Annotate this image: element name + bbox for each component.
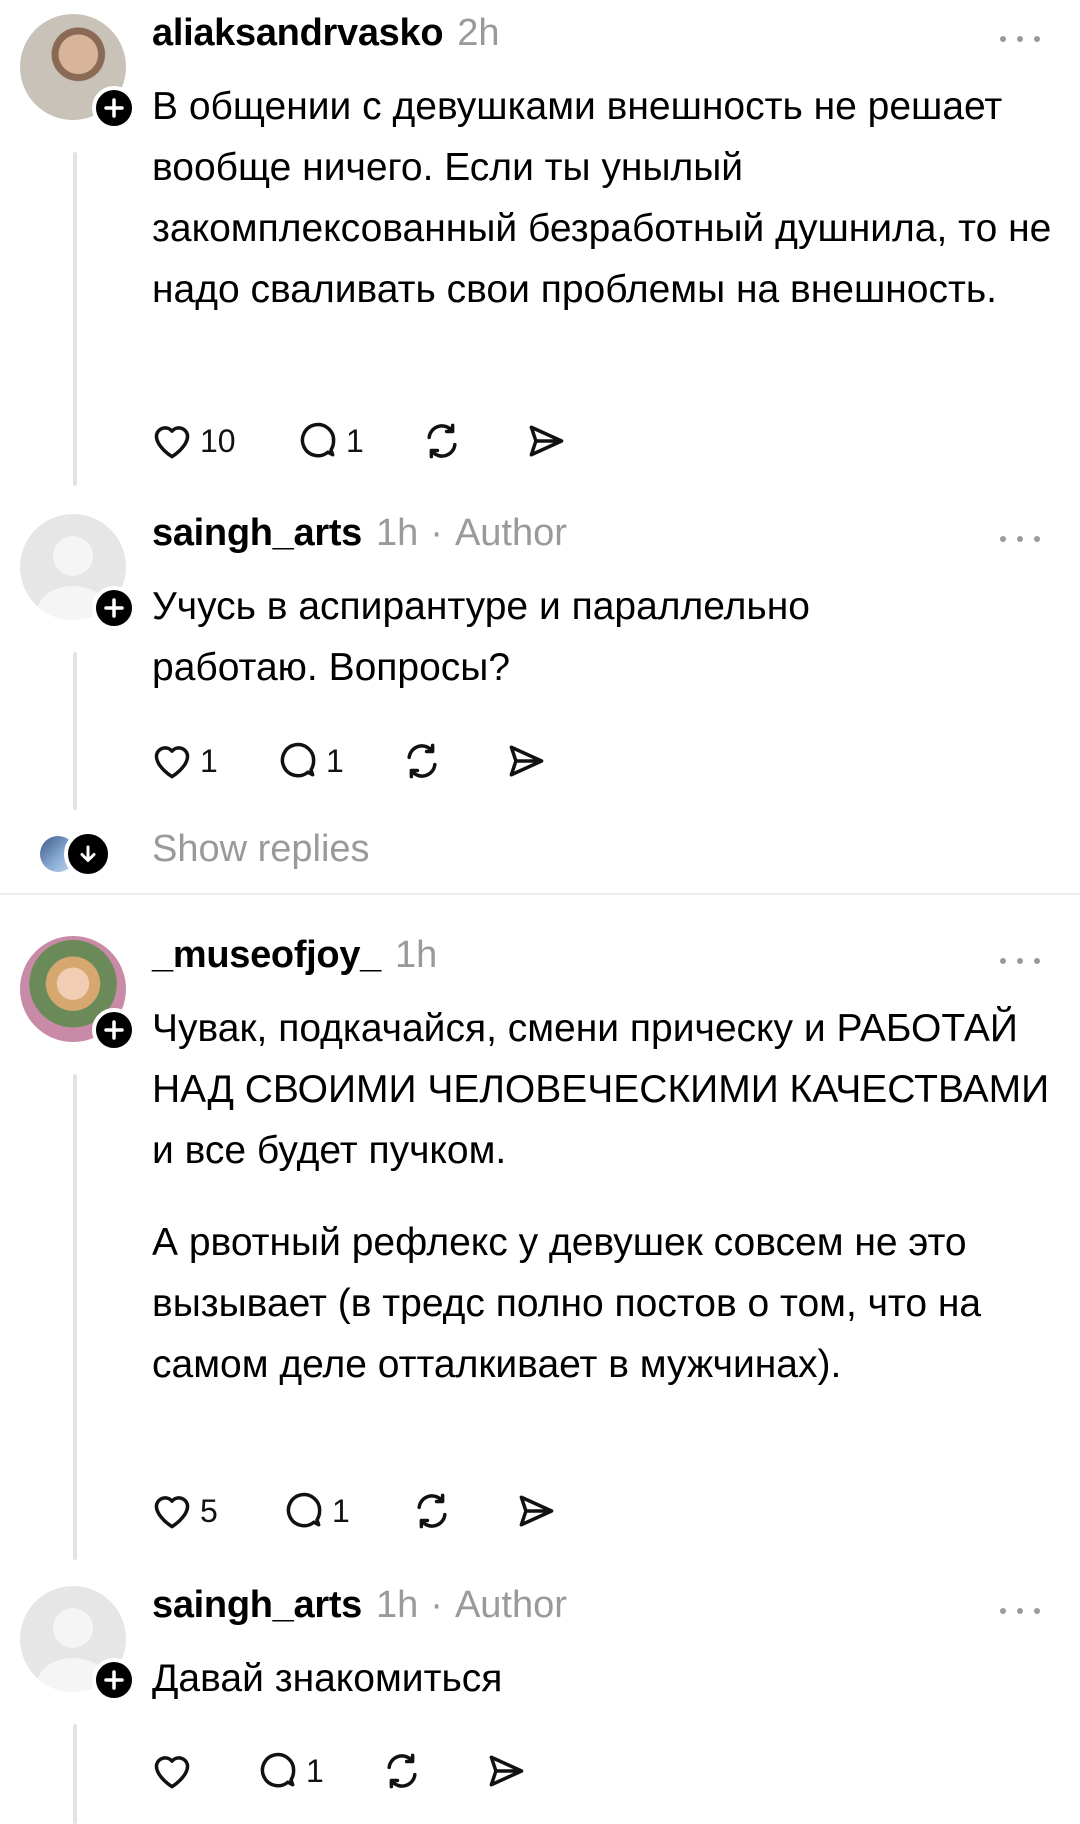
reply-count: 1 [346,422,364,459]
repost-icon [427,423,457,459]
share-button[interactable] [484,1746,528,1796]
thread-line [73,152,77,486]
like-button[interactable]: 1 [150,736,218,786]
reply-button[interactable]: 1 [276,736,344,786]
share-button[interactable] [524,416,568,466]
username[interactable]: aliaksandrvasko [152,12,444,55]
share-icon [509,745,544,777]
repost-button[interactable] [380,1746,424,1796]
comment-post-4: saingh_arts 1h · Author Давай знакомитьс… [0,1572,1080,1824]
post-text: Чувак, подкачайся, смени прическу и РАБО… [152,1007,1050,1172]
post-header: _museofjoy_ 1h [152,934,437,978]
comment-post-2: saingh_arts 1h · Author Учусь в аспирант… [0,500,1080,820]
reply-count: 1 [332,1492,350,1529]
repost-icon [407,743,437,779]
follow-plus-icon[interactable] [92,86,136,130]
more-icon[interactable] [1000,33,1040,45]
comment-post-3: _museofjoy_ 1h Чувак, подкачайся, смени … [0,922,1080,1572]
follow-plus-icon[interactable] [92,586,136,630]
heart-icon [154,1496,190,1529]
avatar[interactable] [20,14,136,130]
reply-button[interactable]: 1 [256,1746,324,1796]
username[interactable]: saingh_arts [152,1584,362,1627]
separator: · [430,512,443,554]
more-icon[interactable] [1000,1605,1040,1617]
divider [0,893,1080,895]
thread-line [73,652,77,810]
share-icon [529,425,564,457]
post-text: В общении с девушками внешность не решае… [152,85,1052,311]
follow-plus-icon[interactable] [92,1658,136,1702]
separator: · [430,1584,443,1626]
more-icon[interactable] [1000,955,1040,967]
follow-plus-icon[interactable] [92,1008,136,1052]
post-text: Давай знакомиться [152,1657,503,1700]
like-count: 1 [200,742,218,779]
timestamp: 1h [395,934,438,976]
author-badge: Author [454,512,567,554]
repost-button[interactable] [410,1486,454,1536]
repost-button[interactable] [420,416,464,466]
chevron-down-icon [64,830,112,878]
like-button[interactable]: 10 [150,416,236,466]
author-badge: Author [454,1584,567,1626]
share-button[interactable] [504,736,548,786]
comment-icon [280,742,316,778]
comment-post-1: aliaksandrvasko 2h В общении с девушками… [0,0,1080,486]
username[interactable]: saingh_arts [152,512,362,555]
comment-icon [286,1492,322,1528]
repost-icon [387,1753,417,1789]
reply-count: 1 [306,1752,324,1789]
reply-button[interactable]: 1 [296,416,364,466]
post-header: saingh_arts 1h · Author [152,512,567,556]
comment-icon [300,422,336,458]
comment-icon [260,1752,296,1788]
share-icon [489,1755,524,1787]
heart-icon [154,746,190,779]
timestamp: 2h [457,12,500,54]
heart-icon [154,1756,190,1789]
heart-icon [154,426,190,459]
post-header: aliaksandrvasko 2h [152,12,500,56]
more-icon[interactable] [1000,533,1040,545]
repost-icon [417,1493,447,1529]
show-replies-label: Show replies [152,828,370,870]
timestamp: 1h [376,512,419,554]
reply-count: 1 [326,742,344,779]
post-text-paragraph-2: А рвотный рефлекс у девушек совсем не эт… [152,1221,982,1386]
username[interactable]: _museofjoy_ [152,934,381,977]
avatar[interactable] [20,936,136,1052]
timestamp: 1h [376,1584,419,1626]
repost-button[interactable] [400,736,444,786]
avatar[interactable] [20,1586,136,1702]
share-button[interactable] [514,1486,558,1536]
post-text: Учусь в аспирантуре и параллельно работа… [152,585,810,689]
like-button[interactable] [150,1746,194,1796]
avatar[interactable] [20,514,136,630]
reply-button[interactable]: 1 [282,1486,350,1536]
thread-line [73,1724,77,1824]
show-replies-button[interactable]: Show replies [40,826,640,880]
share-icon [519,1495,554,1527]
thread-line [73,1074,77,1560]
like-count: 10 [200,422,236,459]
like-count: 5 [200,1492,218,1529]
like-button[interactable]: 5 [150,1486,218,1536]
post-header: saingh_arts 1h · Author [152,1584,567,1628]
